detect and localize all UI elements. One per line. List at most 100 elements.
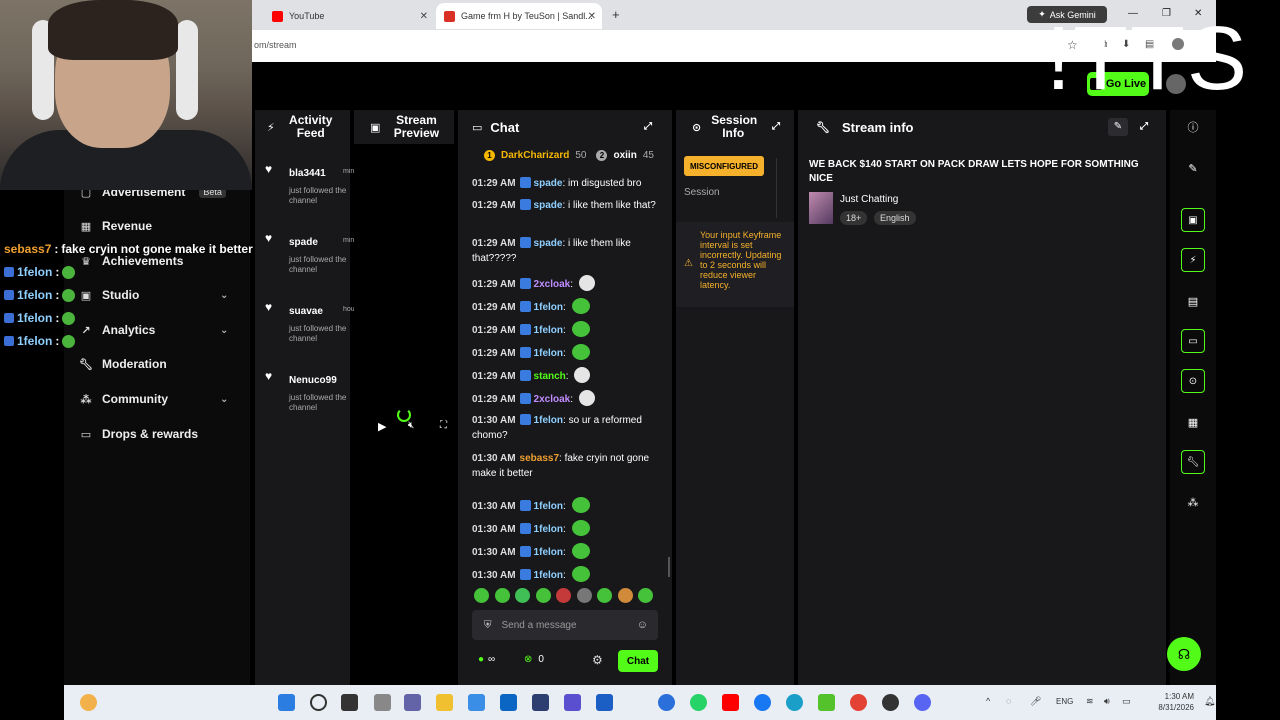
clock[interactable]: 1:30 AM 8/31/2026 [1144, 691, 1194, 713]
quick-emote-icon[interactable] [638, 588, 653, 603]
nav-studio[interactable]: ▣ Studio ⌄ [80, 285, 240, 305]
settings-gear-icon[interactable]: ⚙ [592, 653, 603, 667]
expand-icon[interactable]: ⤢ [644, 121, 652, 132]
message-username[interactable]: spade [534, 238, 563, 249]
nav-community[interactable]: ⁂ Community ⌄ [80, 389, 240, 409]
quick-emote-icon[interactable] [535, 588, 551, 603]
fullscreen-icon[interactable]: ⛶ [440, 420, 447, 431]
nav-moderation[interactable]: 🔧︎ Moderation [79, 354, 167, 374]
support-headset-button[interactable]: ☊ [1167, 637, 1201, 671]
activity-user[interactable]: suavae [289, 306, 343, 317]
app-icon[interactable] [564, 694, 581, 711]
preview-toggle-icon[interactable]: ▣ [1181, 208, 1205, 232]
wifi-icon[interactable]: ≋ [1086, 696, 1094, 707]
mute-icon[interactable]: 🔇︎ [408, 420, 414, 431]
calendar-icon[interactable] [596, 694, 613, 711]
notification-bell-icon[interactable]: 🔔︎ [1204, 696, 1215, 707]
gifter-name[interactable]: oxiin [613, 150, 636, 161]
bolt-toggle-icon[interactable]: ⚡ [1181, 248, 1205, 272]
message-username[interactable]: 1felon [534, 570, 563, 581]
edge-icon[interactable] [786, 694, 803, 711]
widgets-icon[interactable] [374, 694, 391, 711]
search-icon[interactable] [310, 694, 327, 711]
obs-icon[interactable] [882, 694, 899, 711]
nav-analytics[interactable]: ↗ Analytics ⌄ [80, 320, 240, 340]
quick-emote-icon[interactable] [597, 588, 612, 603]
tab-kick[interactable]: Game frm H by TeuSon | Sandl... ✕ [436, 3, 602, 29]
tray-icon[interactable]: ◌ [1006, 696, 1011, 706]
tray-chevron-icon[interactable]: ^ [986, 696, 990, 706]
message-username[interactable]: 1felon [534, 501, 563, 512]
message-username[interactable]: 1felon [534, 325, 563, 336]
activity-user[interactable]: bla3441 [289, 168, 343, 179]
battery-icon[interactable]: ▭ [1122, 696, 1131, 707]
facebook-icon[interactable] [754, 694, 771, 711]
chat-scrollbar[interactable] [668, 557, 670, 577]
app-green-icon[interactable] [818, 694, 835, 711]
message-username[interactable]: 2xcloak [534, 394, 571, 405]
new-tab-button[interactable]: + [612, 7, 620, 22]
weather-icon[interactable] [80, 694, 97, 711]
close-icon[interactable]: ✕ [420, 11, 428, 22]
calculator-icon[interactable] [532, 694, 549, 711]
quick-emote-icon[interactable] [617, 588, 633, 603]
quick-emote-icon[interactable] [576, 588, 592, 603]
edit-icon[interactable]: ✎ [1181, 156, 1205, 180]
quick-emote-icon[interactable] [515, 588, 530, 603]
list-icon[interactable]: ▤ [1181, 289, 1205, 313]
app-circle-icon[interactable] [658, 694, 675, 711]
volume-icon[interactable]: 🔊︎ [1104, 696, 1110, 707]
quick-emote-icon[interactable] [474, 588, 489, 603]
youtube-taskbar-icon[interactable] [722, 694, 739, 711]
info-icon[interactable]: ⓘ [1181, 115, 1205, 139]
file-explorer-icon[interactable] [436, 694, 453, 711]
message-username[interactable]: 1felon [534, 524, 563, 535]
chat-message: 01:30 AM sebass7: fake cryin not gone mak… [472, 453, 650, 479]
discord-icon[interactable] [914, 694, 931, 711]
message-time: 01:30 AM [472, 524, 516, 535]
url-text[interactable]: om/stream [254, 40, 297, 50]
activity-user[interactable]: Nenuco99 [289, 375, 343, 386]
start-icon[interactable] [278, 694, 295, 711]
activity-user[interactable]: spade [289, 237, 343, 248]
chat-send-button[interactable]: Chat [618, 650, 658, 672]
message-username[interactable]: stanch [534, 371, 566, 382]
task-view-icon[interactable] [341, 694, 358, 711]
message-username[interactable]: 1felon [534, 348, 563, 359]
record-toggle-icon[interactable]: ⊙ [1181, 369, 1205, 393]
gifter-name[interactable]: DarkCharizard [501, 150, 569, 161]
edit-icon[interactable]: ✎ [1108, 118, 1128, 136]
skull-emote-icon [574, 367, 591, 383]
language-indicator[interactable]: ENG [1056, 697, 1073, 706]
emoji-icon[interactable]: ☺ [637, 619, 648, 631]
users-icon[interactable]: ⁂ [1181, 490, 1205, 514]
expand-icon[interactable]: ⤢ [1140, 121, 1148, 132]
message-username[interactable]: 1felon [534, 547, 563, 558]
quick-emote-icon[interactable] [556, 588, 571, 603]
tab-youtube[interactable]: YouTube ✕ [264, 3, 434, 29]
play-icon[interactable]: ▶ [378, 420, 386, 433]
nav-drops-rewards[interactable]: ▭ Drops & rewards [80, 424, 198, 444]
expand-icon[interactable]: ⤢ [772, 121, 780, 132]
chat-input-box[interactable]: ⛨ Send a message ☺ [472, 610, 658, 640]
box-icon[interactable]: ▦ [1181, 410, 1205, 434]
chat-input-placeholder[interactable]: Send a message [502, 620, 577, 631]
wrench-toggle-icon[interactable]: 🔧︎ [1181, 450, 1205, 474]
chevron-down-icon: ⌄ [220, 324, 229, 336]
copilot-icon[interactable] [468, 694, 485, 711]
message-username[interactable]: sebass7 [520, 453, 559, 464]
microphone-icon[interactable]: 🎤︎ [1030, 696, 1041, 707]
message-username[interactable]: spade [534, 178, 563, 189]
outlook-icon[interactable] [500, 694, 517, 711]
message-username[interactable]: spade [534, 200, 563, 211]
message-username[interactable]: 1felon [534, 302, 563, 313]
close-icon[interactable]: ✕ [588, 11, 596, 22]
teams-icon[interactable] [404, 694, 421, 711]
chrome-icon[interactable] [850, 694, 867, 711]
quick-emote-icon[interactable] [494, 588, 510, 603]
nav-revenue[interactable]: ▦ Revenue [80, 216, 152, 236]
chat-toggle-icon[interactable]: ▭ [1181, 329, 1205, 353]
message-username[interactable]: 1felon [534, 415, 563, 426]
whatsapp-icon[interactable] [690, 694, 707, 711]
message-username[interactable]: 2xcloak [534, 279, 571, 290]
